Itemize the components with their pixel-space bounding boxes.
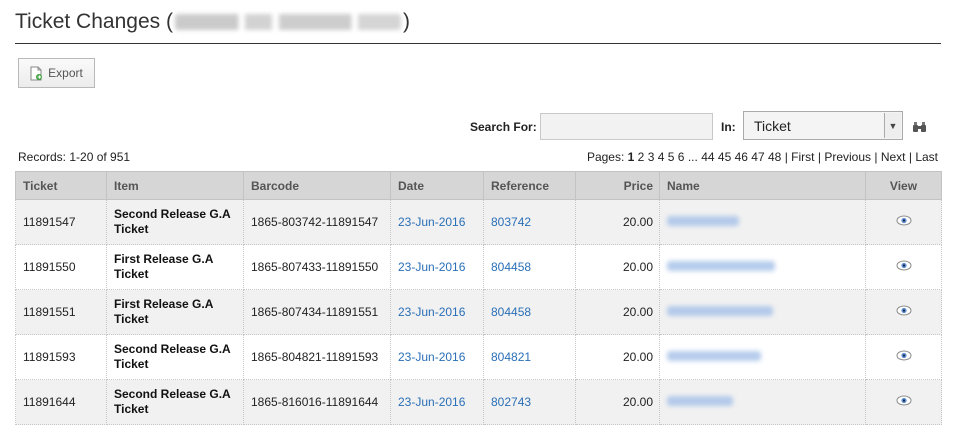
column-header-date[interactable]: Date <box>390 171 484 200</box>
cell-item: First Release G.A Ticket <box>106 244 244 290</box>
ticket-changes-table: Ticket Item Barcode Date Reference Price… <box>15 171 942 425</box>
cell-ticket: 11891644 <box>15 379 107 425</box>
redacted-name <box>667 216 739 226</box>
redacted-name <box>667 351 761 361</box>
table-row: 11891644 Second Release G.A Ticket 1865-… <box>15 379 942 425</box>
cell-price: 20.00 <box>575 334 660 380</box>
table-row: 11891593 Second Release G.A Ticket 1865-… <box>15 334 942 380</box>
cell-ticket: 11891593 <box>15 334 107 380</box>
cell-price: 20.00 <box>575 244 660 290</box>
search-input[interactable] <box>540 113 713 140</box>
document-export-icon <box>30 66 43 81</box>
redacted-name <box>667 261 775 271</box>
cell-view[interactable] <box>865 244 942 290</box>
table-row: 11891550 First Release G.A Ticket 1865-8… <box>15 244 942 290</box>
binoculars-icon[interactable] <box>912 121 927 133</box>
pagination: Pages: 1 2 3 4 5 6 ... 44 45 46 47 48 | … <box>586 150 938 164</box>
eye-icon[interactable] <box>896 215 912 226</box>
pager-page[interactable]: 47 <box>751 150 764 164</box>
cell-price: 20.00 <box>575 199 660 245</box>
cell-barcode: 1865-803742-11891547 <box>243 199 391 245</box>
cell-date-link[interactable]: 23-Jun-2016 <box>390 289 484 335</box>
cell-reference-link[interactable]: 803742 <box>483 199 576 245</box>
pager-page[interactable]: 48 <box>768 150 781 164</box>
search-in-selected: Ticket <box>754 118 791 134</box>
pager-last[interactable]: Last <box>915 150 938 164</box>
cell-name[interactable] <box>659 199 866 245</box>
eye-icon[interactable] <box>896 260 912 271</box>
cell-name[interactable] <box>659 379 866 425</box>
cell-name[interactable] <box>659 334 866 380</box>
cell-ticket: 11891551 <box>15 289 107 335</box>
pager-previous[interactable]: Previous <box>824 150 871 164</box>
search-in-label: In: <box>721 120 736 134</box>
title-prefix: Ticket Changes ( <box>15 10 173 33</box>
pager-page[interactable]: 45 <box>718 150 731 164</box>
redacted-name <box>667 396 733 406</box>
eye-icon[interactable] <box>896 395 912 406</box>
cell-name[interactable] <box>659 244 866 290</box>
cell-item: Second Release G.A Ticket <box>106 199 244 245</box>
cell-view[interactable] <box>865 379 942 425</box>
cell-item: First Release G.A Ticket <box>106 289 244 335</box>
cell-barcode: 1865-807434-11891551 <box>243 289 391 335</box>
redacted-event-name <box>174 14 401 30</box>
cell-ticket: 11891550 <box>15 244 107 290</box>
cell-date-link[interactable]: 23-Jun-2016 <box>390 199 484 245</box>
pager-page[interactable]: 5 <box>668 150 675 164</box>
chevron-down-icon: ▼ <box>884 113 901 138</box>
pager-page[interactable]: 3 <box>648 150 655 164</box>
column-header-ticket[interactable]: Ticket <box>15 171 107 200</box>
export-label: Export <box>48 66 83 80</box>
cell-view[interactable] <box>865 334 942 380</box>
pager-label: Pages: <box>586 150 625 164</box>
export-button[interactable]: Export <box>18 58 95 88</box>
table-header-row: Ticket Item Barcode Date Reference Price… <box>15 171 942 200</box>
column-header-barcode[interactable]: Barcode <box>243 171 391 200</box>
table-row: 11891547 Second Release G.A Ticket 1865-… <box>15 199 942 245</box>
cell-reference-link[interactable]: 804458 <box>483 289 576 335</box>
cell-barcode: 1865-807433-11891550 <box>243 244 391 290</box>
cell-price: 20.00 <box>575 379 660 425</box>
cell-name[interactable] <box>659 289 866 335</box>
cell-view[interactable] <box>865 289 942 335</box>
cell-reference-link[interactable]: 804821 <box>483 334 576 380</box>
cell-date-link[interactable]: 23-Jun-2016 <box>390 334 484 380</box>
pager-page[interactable]: 6 <box>678 150 685 164</box>
pager-next[interactable]: Next <box>881 150 906 164</box>
title-suffix: ) <box>402 10 410 33</box>
column-header-item[interactable]: Item <box>106 171 244 200</box>
cell-item: Second Release G.A Ticket <box>106 379 244 425</box>
search-for-label: Search For: <box>470 120 537 134</box>
cell-reference-link[interactable]: 804458 <box>483 244 576 290</box>
cell-reference-link[interactable]: 802743 <box>483 379 576 425</box>
eye-icon[interactable] <box>896 305 912 316</box>
records-count: Records: 1-20 of 951 <box>18 150 131 164</box>
cell-ticket: 11891547 <box>15 199 107 245</box>
title-divider <box>15 43 941 44</box>
cell-price: 20.00 <box>575 289 660 335</box>
pager-ellipsis: ... <box>687 150 698 164</box>
pager-page[interactable]: 44 <box>701 150 714 164</box>
cell-date-link[interactable]: 23-Jun-2016 <box>390 379 484 425</box>
column-header-reference[interactable]: Reference <box>483 171 576 200</box>
pager-page[interactable]: 46 <box>735 150 748 164</box>
search-in-select[interactable]: Ticket ▼ <box>743 111 903 140</box>
column-header-price[interactable]: Price <box>575 171 660 200</box>
redacted-name <box>667 306 773 316</box>
pager-current-page: 1 <box>627 150 635 164</box>
column-header-view: View <box>865 171 942 200</box>
cell-date-link[interactable]: 23-Jun-2016 <box>390 244 484 290</box>
pager-page[interactable]: 4 <box>658 150 665 164</box>
eye-icon[interactable] <box>896 350 912 361</box>
page-title: Ticket Changes ( ) <box>15 10 410 34</box>
cell-view[interactable] <box>865 199 942 245</box>
cell-item: Second Release G.A Ticket <box>106 334 244 380</box>
pager-first[interactable]: First <box>791 150 814 164</box>
pager-page[interactable]: 2 <box>638 150 645 164</box>
cell-barcode: 1865-804821-11891593 <box>243 334 391 380</box>
cell-barcode: 1865-816016-11891644 <box>243 379 391 425</box>
table-row: 11891551 First Release G.A Ticket 1865-8… <box>15 289 942 335</box>
column-header-name[interactable]: Name <box>659 171 866 200</box>
